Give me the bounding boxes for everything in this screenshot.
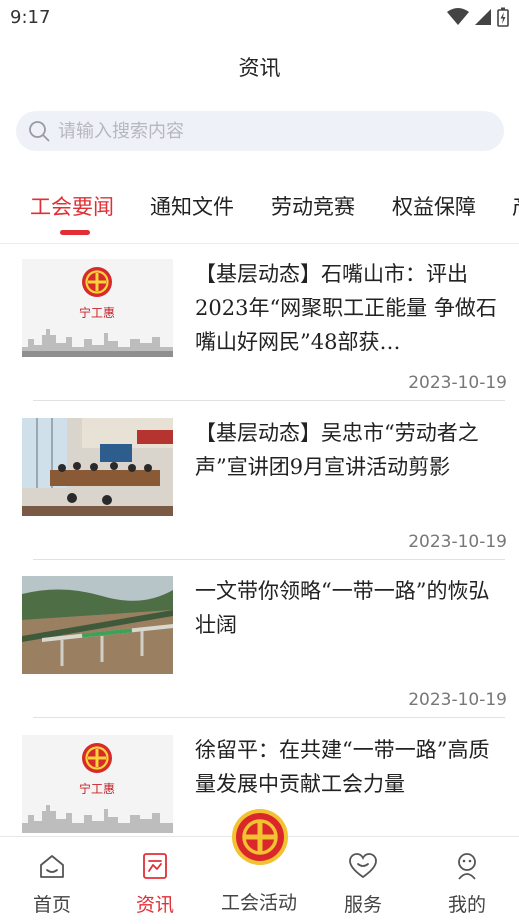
battery-icon — [497, 7, 509, 27]
profile-icon — [458, 853, 476, 880]
tab-union-news[interactable]: 工会要闻 — [30, 191, 114, 221]
article-title: 一文带你领略“一带一路”的恢弘壮阔 — [195, 579, 490, 637]
thumb-caption: 宁工惠 — [79, 781, 115, 796]
article-divider — [33, 559, 505, 560]
union-logo-thumbnail: 宁工惠 — [22, 259, 173, 357]
union-emblem-icon[interactable] — [231, 808, 289, 866]
active-tab-indicator — [60, 230, 90, 235]
search-bar[interactable] — [16, 111, 504, 151]
search-input[interactable] — [58, 120, 478, 142]
news-icon — [143, 853, 167, 879]
thumb-caption: 宁工惠 — [79, 305, 115, 320]
article-thumbnail — [22, 418, 173, 516]
article-date: 2023-10-19 — [408, 532, 507, 552]
page-title: 资讯 — [238, 56, 281, 80]
nav-union-activities-label[interactable]: 工会活动 — [209, 888, 309, 915]
nav-label: 资讯 — [135, 894, 174, 916]
article-title: 徐留平：在共建“一带一路”高质量发展中贡献工会力量 — [195, 738, 490, 796]
nav-profile[interactable]: 我的 — [427, 851, 507, 917]
nav-label: 我的 — [447, 894, 486, 916]
signal-icon — [475, 9, 491, 25]
article-divider — [33, 717, 505, 718]
nav-service[interactable]: 服务 — [323, 851, 403, 917]
article-title: 【基层动态】吴忠市“劳动者之声”宣讲团9月宣讲活动剪影 — [195, 421, 479, 479]
article-thumbnail: 宁工惠 — [22, 735, 173, 833]
article-divider — [33, 400, 505, 401]
wifi-icon — [447, 8, 469, 25]
nav-news[interactable]: 资讯 — [115, 851, 195, 917]
search-icon — [29, 121, 50, 142]
union-logo-thumbnail: 宁工惠 — [22, 735, 173, 833]
meeting-photo — [22, 418, 173, 516]
article-item[interactable]: 一文带你领略“一带一路”的恢弘壮阔 2023-10-19 — [0, 561, 519, 720]
nav-label: 首页 — [32, 894, 71, 916]
tab-more[interactable]: 产 — [512, 191, 519, 221]
article-thumbnail — [22, 576, 173, 674]
article-date: 2023-10-19 — [408, 373, 507, 393]
nav-label: 服务 — [343, 894, 382, 916]
article-item[interactable]: 【基层动态】吴忠市“劳动者之声”宣讲团9月宣讲活动剪影 2023-10-19 — [0, 403, 519, 562]
status-time: 9:17 — [10, 7, 51, 28]
home-icon — [40, 855, 64, 878]
article-date: 2023-10-19 — [408, 690, 507, 710]
nav-home[interactable]: 首页 — [12, 851, 92, 917]
article-item[interactable]: 宁工惠 【基层动态】石嘴山市：评出2023年“网聚职工正能量 争做石嘴山好网民”… — [0, 244, 519, 403]
bridge-photo — [22, 576, 173, 674]
tab-rights-protection[interactable]: 权益保障 — [392, 191, 476, 221]
tab-notices[interactable]: 通知文件 — [150, 191, 234, 221]
heart-service-icon — [349, 853, 377, 879]
tab-labor-competition[interactable]: 劳动竞赛 — [271, 191, 355, 221]
category-tabs: 工会要闻 通知文件 劳动竞赛 权益保障 产 — [0, 186, 519, 244]
status-icons — [447, 7, 509, 27]
status-bar: 9:17 — [0, 0, 519, 34]
article-thumbnail: 宁工惠 — [22, 259, 173, 357]
article-title: 【基层动态】石嘴山市：评出2023年“网聚职工正能量 争做石嘴山好网民”48部获… — [195, 262, 497, 354]
